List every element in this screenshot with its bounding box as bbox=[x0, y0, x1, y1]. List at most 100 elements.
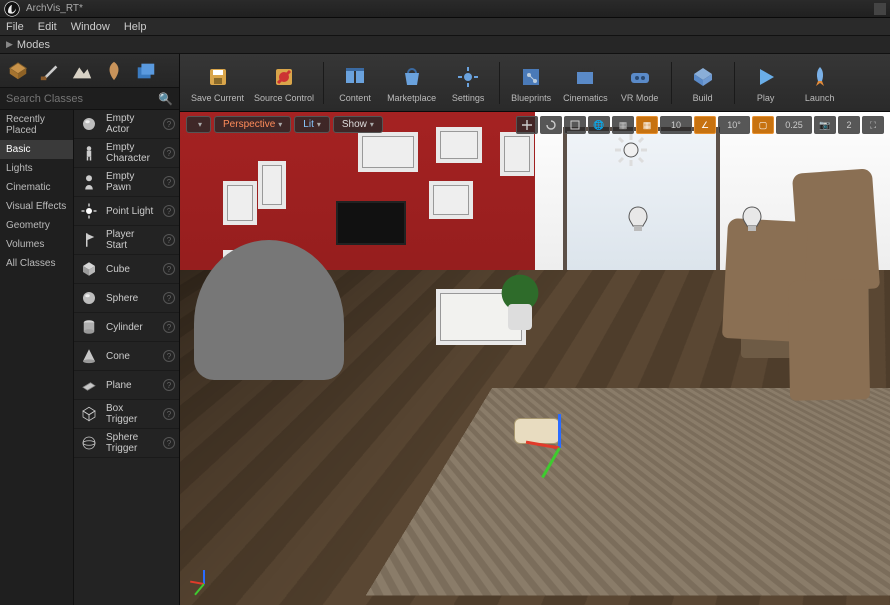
asset-sphere[interactable]: Sphere ? bbox=[74, 284, 179, 313]
category-basic[interactable]: Basic bbox=[0, 140, 73, 159]
toolbar-marketplace-button[interactable]: Marketplace bbox=[384, 57, 439, 109]
place-mode-icon[interactable] bbox=[6, 59, 30, 83]
gizmo-axis-y[interactable] bbox=[541, 447, 561, 478]
modes-bar[interactable]: ▶ Modes bbox=[0, 36, 890, 54]
camera-speed-value[interactable]: 2 bbox=[838, 116, 860, 134]
asset-plane[interactable]: Plane ? bbox=[74, 371, 179, 400]
geometry-mode-icon[interactable] bbox=[134, 59, 158, 83]
perspective-dropdown[interactable]: Perspective▾ bbox=[214, 116, 291, 133]
transform-gizmo[interactable] bbox=[528, 418, 588, 478]
asset-point-light[interactable]: Point Light ? bbox=[74, 197, 179, 226]
asset-cylinder[interactable]: Cylinder ? bbox=[74, 313, 179, 342]
help-icon[interactable]: ? bbox=[163, 350, 175, 362]
help-icon[interactable]: ? bbox=[163, 263, 175, 275]
show-dropdown[interactable]: Show▾ bbox=[333, 116, 383, 133]
angle-snap-toggle[interactable]: ∠ bbox=[694, 116, 716, 134]
viewport-options-button[interactable]: ▾ bbox=[186, 116, 211, 133]
asset-label: Sphere bbox=[106, 293, 157, 304]
grid-snap-value[interactable]: 10 bbox=[660, 116, 692, 134]
toolbar-play-button[interactable]: Play bbox=[741, 57, 791, 109]
skylight-icon[interactable] bbox=[613, 132, 649, 168]
toolbar-label: Source Control bbox=[254, 93, 314, 103]
menu-help[interactable]: Help bbox=[124, 21, 147, 33]
cinematics-icon bbox=[571, 63, 599, 91]
asset-empty-actor[interactable]: Empty Actor ? bbox=[74, 110, 179, 139]
toolbar-save-current-button[interactable]: Save Current bbox=[188, 57, 247, 109]
scale-snap-toggle[interactable]: ▢ bbox=[752, 116, 774, 134]
toolbar-content-button[interactable]: Content bbox=[330, 57, 380, 109]
category-recently-placed[interactable]: Recently Placed bbox=[0, 110, 73, 140]
viewport-maximize-button[interactable]: ⛶ bbox=[862, 116, 884, 134]
editor-main: Save Current Source Control Content Mark… bbox=[180, 54, 890, 605]
transform-translate-button[interactable] bbox=[516, 116, 538, 134]
scale-snap-value[interactable]: 0.25 bbox=[776, 116, 812, 134]
asset-label: Cube bbox=[106, 264, 157, 275]
level-viewport[interactable]: ▾ Perspective▾ Lit▾ Show▾ 🌐 ▦ ▦ 10 ∠ 10°… bbox=[180, 112, 890, 605]
toolbar-settings-button[interactable]: Settings bbox=[443, 57, 493, 109]
scene-render bbox=[180, 112, 890, 605]
asset-label: Player Start bbox=[106, 229, 157, 251]
asset-empty-character[interactable]: Empty Character ? bbox=[74, 139, 179, 168]
search-input[interactable] bbox=[6, 93, 158, 105]
toolbar-launch-button[interactable]: Launch bbox=[795, 57, 845, 109]
point-light-billboard-2-icon[interactable] bbox=[734, 201, 770, 237]
surface-snap-button[interactable]: ▦ bbox=[612, 116, 634, 134]
cube-icon bbox=[78, 258, 100, 280]
boxtrigger-icon bbox=[78, 403, 100, 425]
help-icon[interactable]: ? bbox=[163, 118, 175, 130]
menu-window[interactable]: Window bbox=[71, 21, 110, 33]
menu-file[interactable]: File bbox=[6, 21, 24, 33]
help-icon[interactable]: ? bbox=[163, 437, 175, 449]
asset-sphere-trigger[interactable]: Sphere Trigger ? bbox=[74, 429, 179, 458]
viewport-axis-indicator bbox=[188, 569, 218, 599]
help-icon[interactable]: ? bbox=[163, 147, 175, 159]
asset-box-trigger[interactable]: Box Trigger ? bbox=[74, 400, 179, 429]
category-geometry[interactable]: Geometry bbox=[0, 216, 73, 235]
search-icon[interactable]: 🔍 bbox=[158, 92, 173, 106]
category-cinematic[interactable]: Cinematic bbox=[0, 178, 73, 197]
toolbar-blueprints-button[interactable]: Blueprints bbox=[506, 57, 556, 109]
transform-rotate-button[interactable] bbox=[540, 116, 562, 134]
asset-empty-pawn[interactable]: Empty Pawn ? bbox=[74, 168, 179, 197]
asset-cone[interactable]: Cone ? bbox=[74, 342, 179, 371]
chevron-right-icon: ▶ bbox=[6, 39, 13, 50]
category-visual-effects[interactable]: Visual Effects bbox=[0, 197, 73, 216]
foliage-mode-icon[interactable] bbox=[102, 59, 126, 83]
toolbar-source-control-button[interactable]: Source Control bbox=[251, 57, 317, 109]
pawn-icon bbox=[78, 171, 100, 193]
minimize-button[interactable] bbox=[874, 3, 886, 15]
transform-scale-button[interactable] bbox=[564, 116, 586, 134]
asset-player-start[interactable]: Player Start ? bbox=[74, 226, 179, 255]
cone-icon bbox=[78, 345, 100, 367]
category-all-classes[interactable]: All Classes bbox=[0, 254, 73, 273]
help-icon[interactable]: ? bbox=[163, 292, 175, 304]
help-icon[interactable]: ? bbox=[163, 408, 175, 420]
camera-speed-button[interactable]: 📷 bbox=[814, 116, 836, 134]
help-icon[interactable]: ? bbox=[163, 176, 175, 188]
help-icon[interactable]: ? bbox=[163, 234, 175, 246]
vrmode-icon bbox=[626, 63, 654, 91]
help-icon[interactable]: ? bbox=[163, 321, 175, 333]
angle-snap-value[interactable]: 10° bbox=[718, 116, 750, 134]
grid-snap-toggle[interactable]: ▦ bbox=[636, 116, 658, 134]
toolbar-build-button[interactable]: Build bbox=[678, 57, 728, 109]
toolbar-vr-mode-button[interactable]: VR Mode bbox=[615, 57, 665, 109]
point-light-billboard-icon[interactable] bbox=[620, 201, 656, 237]
launch-icon bbox=[806, 63, 834, 91]
gizmo-axis-x[interactable] bbox=[526, 440, 560, 449]
lit-mode-dropdown[interactable]: Lit▾ bbox=[294, 116, 330, 133]
category-volumes[interactable]: Volumes bbox=[0, 235, 73, 254]
toolbar-cinematics-button[interactable]: Cinematics bbox=[560, 57, 611, 109]
asset-cube[interactable]: Cube ? bbox=[74, 255, 179, 284]
coord-space-button[interactable]: 🌐 bbox=[588, 116, 610, 134]
toolbar-label: Save Current bbox=[191, 93, 244, 103]
gizmo-axis-z[interactable] bbox=[558, 414, 561, 448]
help-icon[interactable]: ? bbox=[163, 379, 175, 391]
help-icon[interactable]: ? bbox=[163, 205, 175, 217]
main-toolbar: Save Current Source Control Content Mark… bbox=[180, 54, 890, 112]
landscape-mode-icon[interactable] bbox=[70, 59, 94, 83]
category-lights[interactable]: Lights bbox=[0, 159, 73, 178]
menu-edit[interactable]: Edit bbox=[38, 21, 57, 33]
paint-mode-icon[interactable] bbox=[38, 59, 62, 83]
sphere-icon bbox=[78, 287, 100, 309]
